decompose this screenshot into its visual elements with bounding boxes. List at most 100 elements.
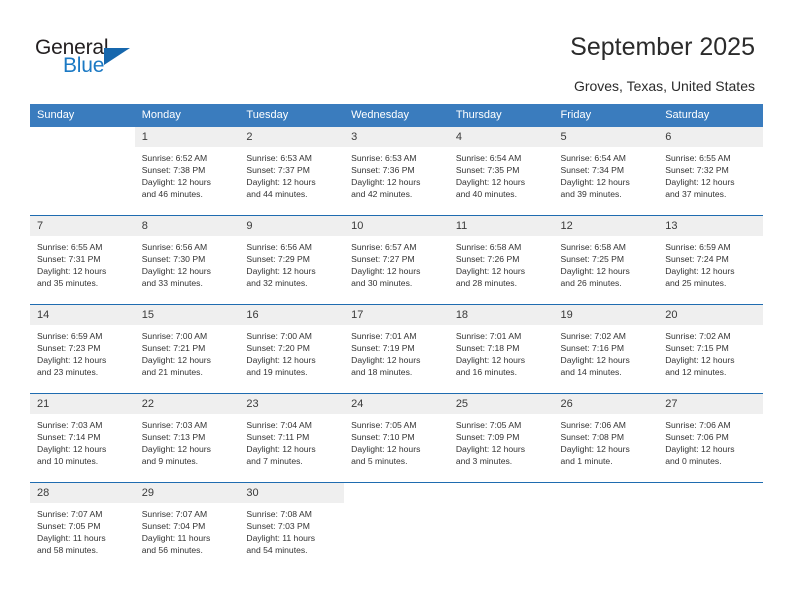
day-number: 6: [658, 127, 763, 147]
day-sunset-text: Sunset: 7:23 PM: [37, 343, 101, 354]
calendar-week-row: 1 Sunrise: 6:52 AM Sunset: 7:38 PM Daylight…: [30, 127, 763, 216]
day-sun-info: Sunrise: 7:02 AM Sunset: 7:16 PM Daylight:…: [554, 325, 659, 378]
day-daylight-line1-text: Daylight: 12 hours: [560, 444, 630, 455]
day-number: 19: [553, 305, 659, 325]
day-number: 13: [658, 216, 763, 236]
day-number: 7: [30, 216, 135, 236]
day-daylight-line2-text: and 10 minutes.: [37, 456, 99, 467]
calendar-day-cell[interactable]: 4 Sunrise: 6:54 AM Sunset: 7:35 PM Daylight…: [448, 127, 554, 216]
calendar-day-cell[interactable]: 26 Sunrise: 7:06 AM Sunset: 7:08 PM Dayligh…: [553, 393, 659, 483]
day-sunset-text: Sunset: 7:36 PM: [351, 165, 415, 176]
day-daylight-line2-text: and 39 minutes.: [560, 189, 622, 200]
day-number: 15: [134, 305, 240, 325]
calendar-day-cell[interactable]: 13 Sunrise: 6:59 AM Sunset: 7:24 PM Dayligh…: [658, 215, 763, 305]
calendar-day-cell[interactable]: 10 Sunrise: 6:57 AM Sunset: 7:27 PM Dayligh…: [344, 215, 449, 305]
calendar-day-cell[interactable]: 18 Sunrise: 7:01 AM Sunset: 7:18 PM Dayligh…: [448, 304, 554, 394]
day-number: 30: [239, 483, 345, 503]
calendar-cell-empty: [658, 482, 763, 571]
calendar-day-cell[interactable]: 21 Sunrise: 7:03 AM Sunset: 7:14 PM Dayligh…: [30, 393, 135, 483]
calendar-day-cell[interactable]: 15 Sunrise: 7:00 AM Sunset: 7:21 PM Dayligh…: [134, 304, 240, 394]
calendar-day-cell[interactable]: 20 Sunrise: 7:02 AM Sunset: 7:15 PM Dayligh…: [658, 304, 763, 394]
calendar-day-cell[interactable]: 1 Sunrise: 6:52 AM Sunset: 7:38 PM Daylight…: [134, 127, 240, 216]
day-daylight-line2-text: and 33 minutes.: [141, 278, 203, 289]
day-sunset-text: Sunset: 7:20 PM: [246, 343, 310, 354]
day-number: 29: [134, 483, 240, 503]
day-daylight-line1-text: Daylight: 12 hours: [665, 177, 735, 188]
calendar-day-cell[interactable]: 9 Sunrise: 6:56 AM Sunset: 7:29 PM Daylight…: [239, 215, 345, 305]
day-number: 2: [239, 127, 345, 147]
day-sunset-text: Sunset: 7:15 PM: [665, 343, 729, 354]
day-sun-info: Sunrise: 6:52 AM Sunset: 7:38 PM Daylight:…: [135, 147, 240, 200]
day-daylight-line1-text: Daylight: 12 hours: [455, 355, 526, 366]
calendar-day-cell[interactable]: 12 Sunrise: 6:58 AM Sunset: 7:25 PM Dayligh…: [553, 215, 659, 305]
day-number: 9: [239, 216, 345, 236]
calendar-day-cell[interactable]: 29 Sunrise: 7:07 AM Sunset: 7:04 PM Dayligh…: [134, 482, 240, 571]
calendar-day-cell[interactable]: 16 Sunrise: 7:00 AM Sunset: 7:20 PM Dayligh…: [239, 304, 345, 394]
day-sun-info: Sunrise: 7:05 AM Sunset: 7:10 PM Daylight:…: [344, 414, 449, 467]
calendar-day-cell[interactable]: 27 Sunrise: 7:06 AM Sunset: 7:06 PM Dayligh…: [658, 393, 763, 483]
day-sun-info: Sunrise: 7:01 AM Sunset: 7:19 PM Daylight:…: [344, 325, 449, 378]
day-daylight-line2-text: and 18 minutes.: [351, 367, 413, 378]
day-sunrise-text: Sunrise: 6:54 AM: [455, 153, 522, 163]
day-sun-info: Sunrise: 6:55 AM Sunset: 7:32 PM Daylight:…: [658, 147, 763, 200]
day-sunset-text: Sunset: 7:04 PM: [141, 521, 206, 532]
day-daylight-line1-text: Daylight: 12 hours: [246, 177, 316, 188]
calendar-day-cell[interactable]: 11 Sunrise: 6:58 AM Sunset: 7:26 PM Dayligh…: [448, 215, 554, 305]
day-daylight-line1-text: Daylight: 12 hours: [37, 355, 107, 366]
day-number: 3: [344, 127, 449, 147]
calendar-day-cell[interactable]: 22 Sunrise: 7:03 AM Sunset: 7:13 PM Dayligh…: [134, 393, 240, 483]
general-blue-logo[interactable]: General Blue: [35, 36, 225, 84]
day-daylight-line1-text: Daylight: 12 hours: [351, 355, 421, 366]
day-sunrise-text: Sunrise: 7:03 AM: [37, 420, 103, 430]
day-daylight-line1-text: Daylight: 11 hours: [37, 533, 106, 544]
day-sunset-text: Sunset: 7:14 PM: [37, 432, 101, 443]
day-number: [554, 483, 659, 503]
day-daylight-line1-text: Daylight: 11 hours: [246, 533, 316, 544]
calendar-day-cell[interactable]: 25 Sunrise: 7:05 AM Sunset: 7:09 PM Dayligh…: [448, 393, 554, 483]
calendar-day-cell[interactable]: 6 Sunrise: 6:55 AM Sunset: 7:32 PM Daylight…: [658, 127, 763, 216]
calendar-day-cell[interactable]: 8 Sunrise: 6:56 AM Sunset: 7:30 PM Daylight…: [134, 215, 240, 305]
day-daylight-line2-text: and 28 minutes.: [455, 278, 517, 289]
calendar-day-cell[interactable]: 23 Sunrise: 7:04 AM Sunset: 7:11 PM Dayligh…: [239, 393, 345, 483]
day-daylight-line2-text: and 9 minutes.: [141, 456, 199, 467]
day-sunrise-text: Sunrise: 7:05 AM: [455, 420, 522, 430]
day-sun-info: Sunrise: 7:00 AM Sunset: 7:20 PM Daylight:…: [239, 325, 344, 378]
day-sun-info: Sunrise: 7:05 AM Sunset: 7:09 PM Daylight:…: [449, 414, 554, 467]
day-number: 28: [30, 483, 135, 503]
day-sunset-text: Sunset: 7:34 PM: [560, 165, 625, 176]
calendar-day-cell[interactable]: 3 Sunrise: 6:53 AM Sunset: 7:36 PM Daylight…: [344, 127, 449, 216]
day-sunrise-text: Sunrise: 6:55 AM: [37, 242, 103, 252]
day-daylight-line2-text: and 7 minutes.: [246, 456, 303, 467]
calendar-day-cell[interactable]: 14 Sunrise: 6:59 AM Sunset: 7:23 PM Dayligh…: [30, 304, 135, 394]
weekday-header-monday: Monday: [134, 104, 240, 127]
day-sunrise-text: Sunrise: 7:03 AM: [141, 420, 208, 430]
calendar-cell-empty: [30, 127, 135, 216]
calendar-day-cell[interactable]: 7 Sunrise: 6:55 AM Sunset: 7:31 PM Daylight…: [30, 215, 135, 305]
day-sunrise-text: Sunrise: 6:53 AM: [351, 153, 417, 163]
day-sunrise-text: Sunrise: 6:56 AM: [141, 242, 208, 252]
calendar-page: General Blue September 2025 Groves, Texa…: [0, 0, 792, 612]
calendar-day-cell[interactable]: 19 Sunrise: 7:02 AM Sunset: 7:16 PM Dayligh…: [553, 304, 659, 394]
calendar-day-cell[interactable]: 5 Sunrise: 6:54 AM Sunset: 7:34 PM Daylight…: [553, 127, 659, 216]
weekday-header-sunday: Sunday: [30, 104, 135, 127]
day-sun-info: Sunrise: 6:58 AM Sunset: 7:26 PM Daylight:…: [449, 236, 554, 289]
weekday-header-tuesday: Tuesday: [239, 104, 345, 127]
calendar-day-cell[interactable]: 17 Sunrise: 7:01 AM Sunset: 7:19 PM Dayligh…: [344, 304, 449, 394]
page-title: September 2025: [570, 33, 755, 61]
day-sunrise-text: Sunrise: 7:06 AM: [665, 420, 731, 430]
calendar-day-cell[interactable]: 2 Sunrise: 6:53 AM Sunset: 7:37 PM Daylight…: [239, 127, 345, 216]
day-daylight-line2-text: and 42 minutes.: [351, 189, 413, 200]
calendar-day-cell[interactable]: 30 Sunrise: 7:08 AM Sunset: 7:03 PM Dayligh…: [239, 482, 345, 571]
day-sunset-text: Sunset: 7:30 PM: [141, 254, 206, 265]
day-sunset-text: Sunset: 7:18 PM: [455, 343, 520, 354]
day-number: [30, 127, 135, 147]
day-sunrise-text: Sunrise: 6:53 AM: [246, 153, 312, 163]
calendar-cell-empty: [344, 482, 449, 571]
day-sunset-text: Sunset: 7:09 PM: [455, 432, 520, 443]
day-daylight-line1-text: Daylight: 11 hours: [141, 533, 211, 544]
calendar-day-cell[interactable]: 28 Sunrise: 7:07 AM Sunset: 7:05 PM Dayligh…: [30, 482, 135, 571]
day-daylight-line1-text: Daylight: 12 hours: [351, 444, 421, 455]
day-daylight-line1-text: Daylight: 12 hours: [246, 444, 316, 455]
day-daylight-line1-text: Daylight: 12 hours: [141, 177, 211, 188]
calendar-day-cell[interactable]: 24 Sunrise: 7:05 AM Sunset: 7:10 PM Dayligh…: [344, 393, 449, 483]
